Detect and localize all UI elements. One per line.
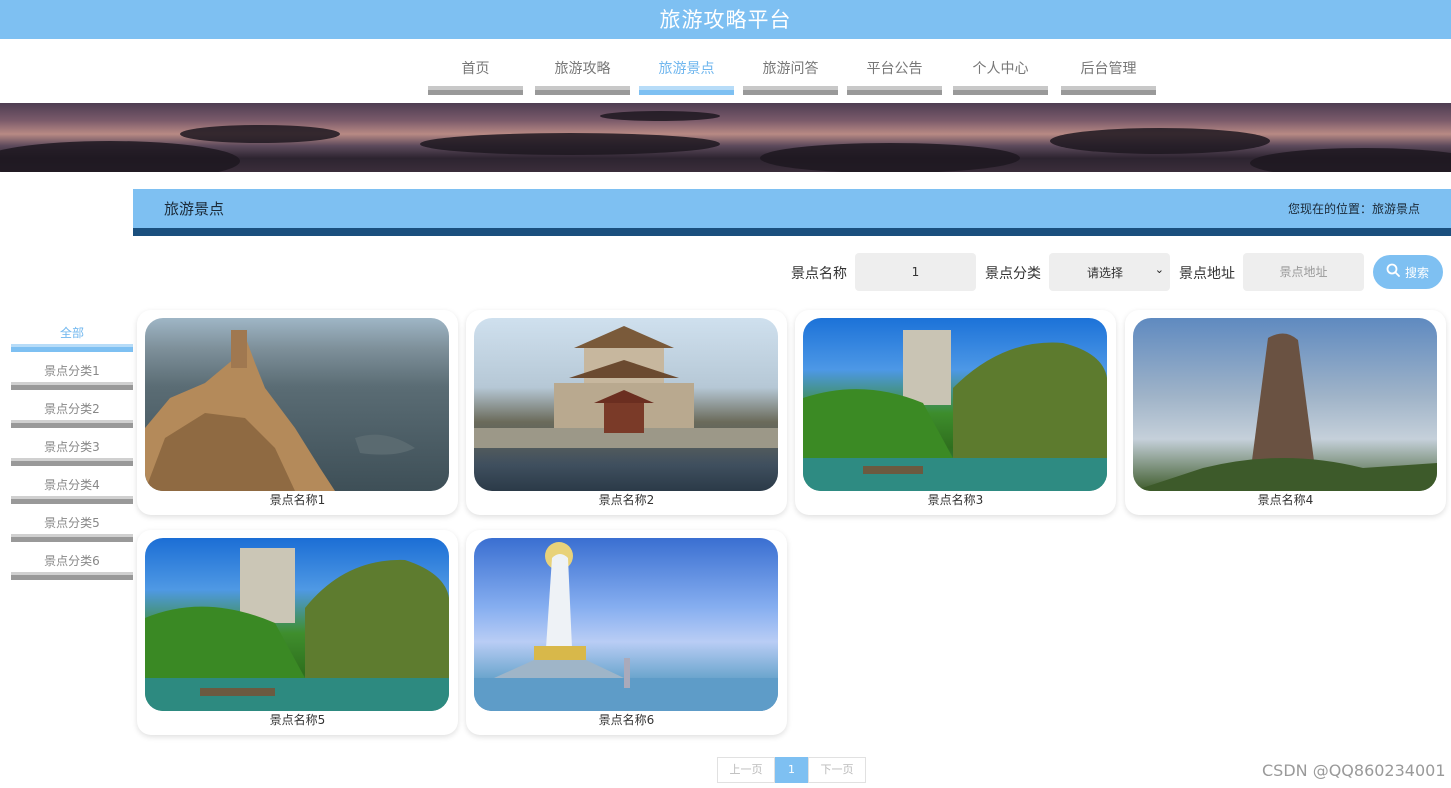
nav-item-announcements[interactable]: 平台公告 — [847, 39, 942, 95]
nav-item-underline — [428, 86, 523, 95]
nav-item-admin[interactable]: 后台管理 — [1061, 39, 1156, 95]
spot-image — [145, 318, 449, 491]
sidebar-item-label: 全部 — [59, 326, 84, 340]
sidebar-item-label: 景点分类4 — [44, 478, 100, 492]
sidebar-item-underline — [11, 572, 133, 580]
search-button[interactable]: 搜索 — [1373, 255, 1443, 289]
nav-item-underline — [953, 86, 1048, 95]
next-page-button[interactable]: 下一页 — [808, 757, 866, 783]
hero-banner-image — [0, 103, 1451, 172]
sidebar-item-category-4[interactable]: 景点分类4 — [11, 466, 133, 504]
chevron-down-icon: ⌄ — [1154, 263, 1164, 276]
spot-name: 景点名称3 — [927, 493, 984, 507]
nav-item-profile[interactable]: 个人中心 — [953, 39, 1048, 95]
select-value: 请选择 — [1087, 266, 1124, 280]
spot-card-5[interactable]: 景点名称5 — [137, 530, 458, 735]
main-nav: 首页 旅游攻略 旅游景点 旅游问答 平台公告 个人中心 后台管理 — [0, 39, 1451, 103]
search-icon — [1386, 263, 1400, 277]
sidebar-item-category-2[interactable]: 景点分类2 — [11, 390, 133, 428]
sidebar-item-label: 景点分类3 — [44, 440, 100, 454]
sidebar-item-underline — [11, 420, 133, 428]
nav-item-spots[interactable]: 旅游景点 — [639, 39, 734, 95]
top-header-bar: 旅游攻略平台 — [0, 0, 1451, 39]
site-title: 旅游攻略平台 — [659, 8, 792, 32]
sidebar-item-label: 景点分类1 — [44, 364, 100, 378]
sidebar-item-category-5[interactable]: 景点分类5 — [11, 504, 133, 542]
sidebar-item-all[interactable]: 全部 — [11, 314, 133, 352]
spot-category-label: 景点分类 — [985, 266, 1041, 282]
page-title: 旅游景点 — [164, 200, 225, 218]
spot-name: 景点名称4 — [1257, 493, 1314, 507]
spot-card-4[interactable]: 景点名称4 — [1125, 310, 1446, 515]
sidebar-item-underline — [11, 458, 133, 466]
sidebar-item-label: 景点分类2 — [44, 402, 100, 416]
nav-item-underline — [1061, 86, 1156, 95]
nav-item-label: 旅游攻略 — [554, 61, 611, 77]
nav-item-underline — [847, 86, 942, 95]
sidebar-item-underline — [11, 534, 133, 542]
spot-card-3[interactable]: 景点名称3 — [795, 310, 1116, 515]
spot-image — [145, 538, 449, 711]
spot-image — [803, 318, 1107, 491]
spot-name: 景点名称1 — [269, 493, 326, 507]
prev-page-button[interactable]: 上一页 — [717, 757, 775, 783]
nav-item-label: 首页 — [461, 61, 490, 77]
spot-name: 景点名称5 — [269, 713, 326, 727]
spot-image — [1133, 318, 1437, 491]
nav-item-guides[interactable]: 旅游攻略 — [535, 39, 630, 95]
nav-item-underline — [743, 86, 838, 95]
search-button-label: 搜索 — [1405, 266, 1430, 280]
spot-name-input[interactable] — [855, 253, 976, 291]
sidebar-item-label: 景点分类5 — [44, 516, 100, 530]
sidebar-item-underline — [11, 496, 133, 504]
nav-item-underline — [535, 86, 630, 95]
sidebar-item-category-1[interactable]: 景点分类1 — [11, 352, 133, 390]
spot-image — [474, 318, 778, 491]
page-number-current[interactable]: 1 — [775, 757, 808, 783]
watermark-text: CSDN @QQ860234001 — [1262, 761, 1446, 780]
spot-category-select[interactable]: 请选择 ⌄ — [1049, 253, 1170, 291]
spot-image — [474, 538, 778, 711]
sidebar-item-underline — [11, 344, 133, 352]
breadcrumb: 您现在的位置：旅游景点 — [1287, 202, 1420, 216]
sidebar-item-underline — [11, 382, 133, 390]
nav-item-label: 平台公告 — [866, 61, 923, 77]
spot-name: 景点名称2 — [598, 493, 655, 507]
nav-item-label: 旅游问答 — [762, 61, 819, 77]
spot-name: 景点名称6 — [598, 713, 655, 727]
nav-item-label: 旅游景点 — [658, 61, 715, 77]
nav-item-qa[interactable]: 旅游问答 — [743, 39, 838, 95]
sidebar-item-category-6[interactable]: 景点分类6 — [11, 542, 133, 580]
breadcrumb-bar: 旅游景点 您现在的位置：旅游景点 — [133, 189, 1451, 236]
spot-address-label: 景点地址 — [1179, 266, 1235, 282]
spot-address-input[interactable] — [1243, 253, 1364, 291]
sidebar-item-category-3[interactable]: 景点分类3 — [11, 428, 133, 466]
nav-item-underline — [639, 86, 734, 95]
spot-card-6[interactable]: 景点名称6 — [466, 530, 787, 735]
sidebar-item-label: 景点分类6 — [44, 554, 100, 568]
nav-item-home[interactable]: 首页 — [428, 39, 523, 95]
spot-card-2[interactable]: 景点名称2 — [466, 310, 787, 515]
nav-item-label: 个人中心 — [972, 61, 1029, 77]
spot-card-1[interactable]: 景点名称1 — [137, 310, 458, 515]
spot-name-label: 景点名称 — [791, 266, 847, 282]
nav-item-label: 后台管理 — [1080, 61, 1137, 77]
